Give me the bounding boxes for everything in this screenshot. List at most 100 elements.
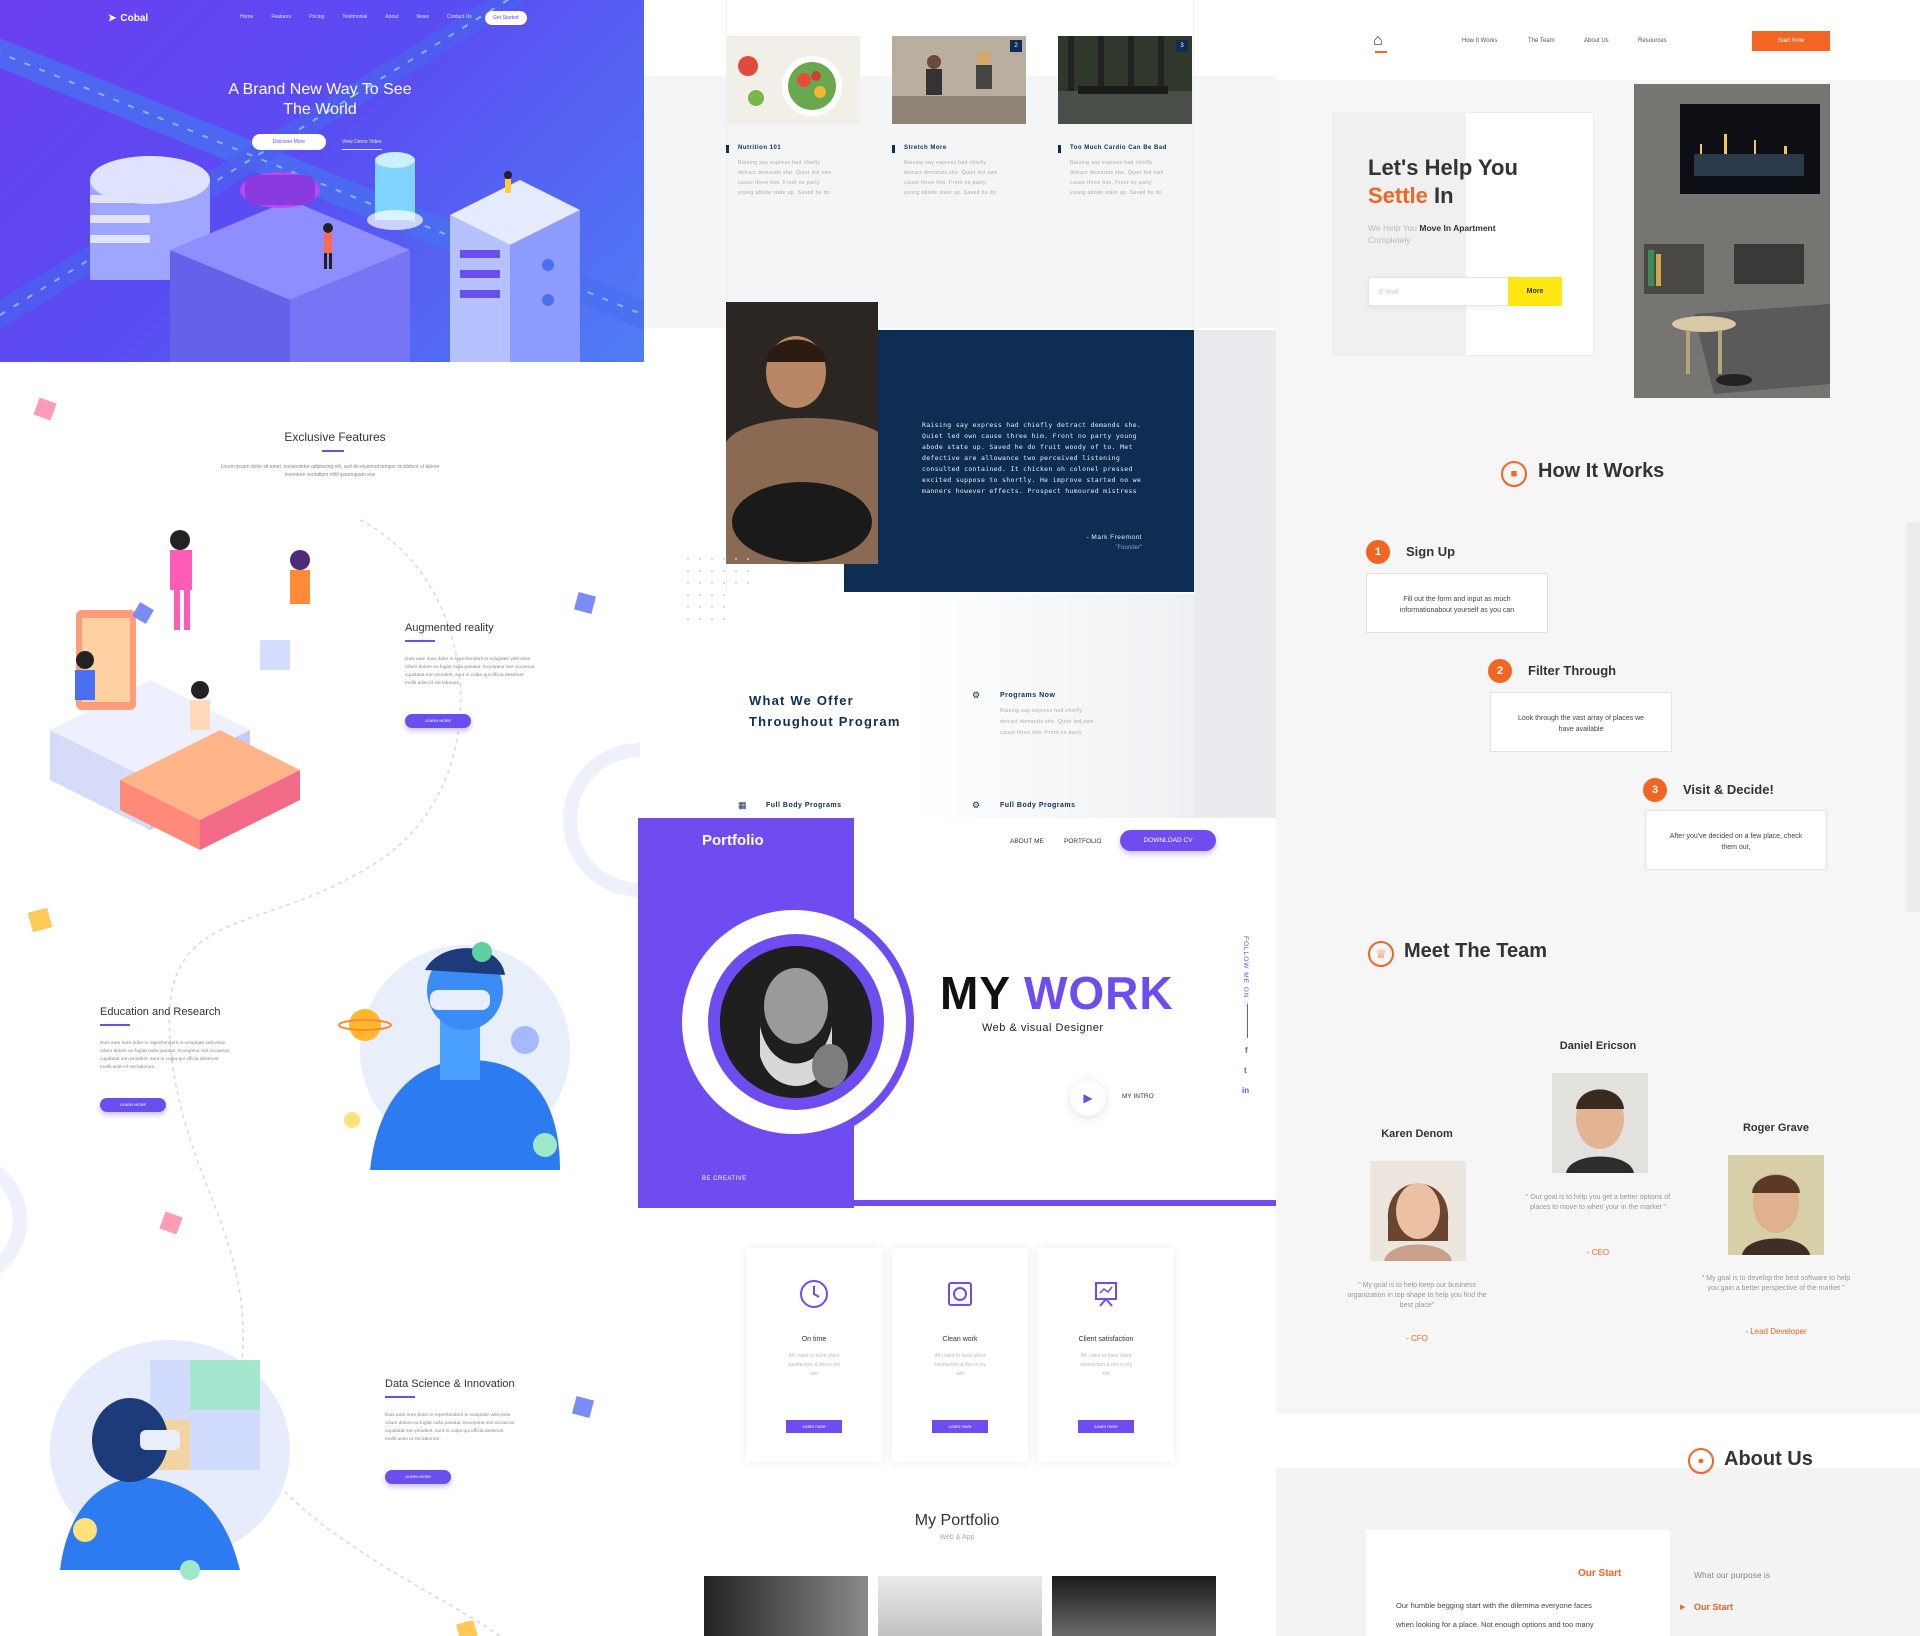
view-demo-link[interactable]: View Demo Video xyxy=(342,134,382,150)
feature-title-education: Education and Research xyxy=(100,1006,221,1018)
service-card-on-time[interactable]: On time All i want to have client satisfa… xyxy=(746,1248,882,1462)
nav-testimonial[interactable]: Testimonial xyxy=(342,14,367,20)
my-portfolio-title: My Portfolio xyxy=(914,1512,1000,1529)
card-title-stretch[interactable]: Stretch More xyxy=(904,145,947,151)
nav-news[interactable]: News xyxy=(416,14,429,20)
nav-about-me[interactable]: ABOUT ME xyxy=(1010,838,1044,845)
discover-more-button[interactable]: Discover More xyxy=(252,134,326,150)
nav-pricing[interactable]: Pricing xyxy=(309,14,324,20)
email-input[interactable]: E-Mail xyxy=(1368,277,1510,306)
purpose-label: What our purpose is xyxy=(1694,1570,1771,1580)
offer-title: What We Offer Throughout Program xyxy=(749,693,901,729)
features-intro: Lorem ipsum dolor sit amet, consectetur … xyxy=(220,464,440,478)
testimonial-author: - Mark Freemont xyxy=(1086,534,1142,541)
about-text: Our humble begging start with the dilemm… xyxy=(1396,1601,1594,1629)
cobal-nav: Home Features Pricing Testimonial About … xyxy=(240,14,472,20)
confetti-shape xyxy=(33,397,57,421)
hero-title: A Brand New Way To See The World xyxy=(228,81,412,118)
member-role: - CEO xyxy=(1586,1248,1610,1257)
testimonial-role: "Founder" xyxy=(1115,545,1142,551)
member-photo-roger xyxy=(1728,1155,1824,1255)
learn-more-button[interactable]: LEARN MORE xyxy=(100,1098,166,1112)
member-role: - CFO xyxy=(1406,1334,1428,1343)
member-name: Roger Grave xyxy=(1742,1122,1810,1134)
follow-me-label: FOLLOW ME ON : xyxy=(1242,936,1249,1005)
learn-more-button[interactable]: Learn more xyxy=(786,1420,842,1433)
our-start-heading: Our Start xyxy=(1578,1568,1622,1579)
learn-more-button[interactable]: Learn more xyxy=(1078,1420,1134,1433)
card-marker xyxy=(726,145,729,153)
nav-about-us[interactable]: About Us xyxy=(1584,38,1609,44)
feature-text-data-science: Duis aute irure dolor in reprehenderit i… xyxy=(385,1413,515,1442)
step-title: Filter Through xyxy=(1528,663,1617,678)
linkedin-icon[interactable]: in xyxy=(1242,1086,1249,1095)
step-box: Fill out the form and input as much info… xyxy=(1366,573,1548,633)
portfolio-thumb[interactable] xyxy=(1052,1576,1216,1636)
nav-the-team[interactable]: The Team xyxy=(1528,38,1555,44)
portfolio-thumb[interactable] xyxy=(704,1576,868,1636)
facebook-icon[interactable]: f xyxy=(1245,1046,1248,1055)
title-underline xyxy=(322,450,344,452)
nav-features[interactable]: Features xyxy=(271,14,291,20)
headline: MY WORK xyxy=(940,967,1174,1019)
be-creative-label: BE CREATIVE xyxy=(702,1176,747,1182)
cobal-landing: ➤ Cobal Home Features Pricing Testimonia… xyxy=(0,0,644,1636)
headline-subtitle: Web & visual Designer xyxy=(982,1022,1104,1034)
nav-contact[interactable]: Contact Us xyxy=(447,14,472,20)
full-body-programs-1[interactable]: Full Body Programs xyxy=(766,802,842,809)
how-it-works-title: How It Works xyxy=(1538,460,1665,482)
step-title: Sign Up xyxy=(1406,544,1456,559)
service-text: All i want to have client satisfaction & … xyxy=(934,1353,986,1377)
home-icon[interactable]: ⌂ xyxy=(1373,32,1383,50)
cardio-image[interactable]: 3 xyxy=(1058,36,1192,124)
portfolio-page: Portfolio ABOUT ME PORTFOLIO DOWNLOAD CV… xyxy=(638,818,1276,1636)
cobal-hero: ➤ Cobal Home Features Pricing Testimonia… xyxy=(0,0,644,362)
member-quote: " Our goal is to help you get a better o… xyxy=(1525,1194,1671,1211)
download-cv-button[interactable]: DOWNLOAD CV xyxy=(1120,830,1216,851)
learn-more-button[interactable]: LEARN MORE xyxy=(385,1470,451,1484)
step-number: 1 xyxy=(1366,540,1390,564)
service-card-client-satisfaction[interactable]: Client satisfaction All i want to have c… xyxy=(1038,1248,1174,1462)
guide-line xyxy=(1193,0,1194,330)
step-number: 2 xyxy=(1488,659,1512,683)
side-panel xyxy=(1194,330,1276,818)
start-now-button[interactable]: Start Now xyxy=(1752,31,1830,51)
get-started-button[interactable]: Get Started xyxy=(485,11,527,25)
portfolio-logo[interactable]: Portfolio xyxy=(702,832,764,849)
nav-about[interactable]: About xyxy=(385,14,398,20)
nav-portfolio[interactable]: PORTFOLIO xyxy=(1064,838,1101,845)
service-title: Client satisfaction xyxy=(1078,1336,1134,1343)
nav-home[interactable]: Home xyxy=(240,14,253,20)
stretch-image[interactable]: 2 xyxy=(892,36,1026,124)
card-title-cardio[interactable]: Too Much Cardio Can Be Bad xyxy=(1070,145,1167,151)
nutrition-image[interactable] xyxy=(726,36,860,124)
easel-icon xyxy=(1095,1282,1117,1307)
hero-subtitle: We Help You Move In Apartment Completely xyxy=(1368,223,1496,245)
weights-icon: ⚙ xyxy=(972,800,981,810)
scroll-strip[interactable] xyxy=(1906,522,1920,912)
my-portfolio-subtitle: Web & App xyxy=(939,1534,975,1541)
tab-our-start[interactable]: Our Start xyxy=(1694,1602,1733,1612)
meet-the-team-title: Meet The Team xyxy=(1404,940,1547,962)
nav-resources[interactable]: Resources xyxy=(1638,38,1667,44)
service-card-clean-work[interactable]: Clean work All i want to have client sati… xyxy=(892,1248,1028,1462)
more-button[interactable]: More xyxy=(1508,277,1562,306)
cobal-logo[interactable]: ➤ Cobal xyxy=(108,13,148,24)
play-icon[interactable]: ▶ xyxy=(1070,1080,1106,1116)
building-icon: ▦ xyxy=(738,800,747,810)
my-intro-link[interactable]: MY INTRO xyxy=(1122,1093,1154,1100)
full-body-programs-2[interactable]: Full Body Programs xyxy=(1000,802,1076,809)
learn-more-button[interactable]: Learn more xyxy=(932,1420,988,1433)
step-box: After you've decided on a few place, che… xyxy=(1645,810,1827,870)
nav-how-it-works[interactable]: How It Works xyxy=(1462,38,1498,44)
member-photo-daniel xyxy=(1552,1073,1648,1173)
twitter-icon[interactable]: t xyxy=(1244,1066,1247,1075)
service-text: All i want to have client satisfaction & … xyxy=(1080,1353,1132,1377)
about-tabs xyxy=(1670,1530,1920,1636)
portfolio-thumb[interactable] xyxy=(878,1576,1042,1636)
programs-now-title[interactable]: Programs Now xyxy=(1000,692,1055,699)
card-title-nutrition[interactable]: Nutrition 101 xyxy=(738,145,781,151)
feature-text-education: Duis aute irure dolor in reprehenderit i… xyxy=(100,1041,230,1070)
athlete-photo xyxy=(726,302,878,564)
learn-more-button[interactable]: LEARN MORE xyxy=(405,714,471,728)
